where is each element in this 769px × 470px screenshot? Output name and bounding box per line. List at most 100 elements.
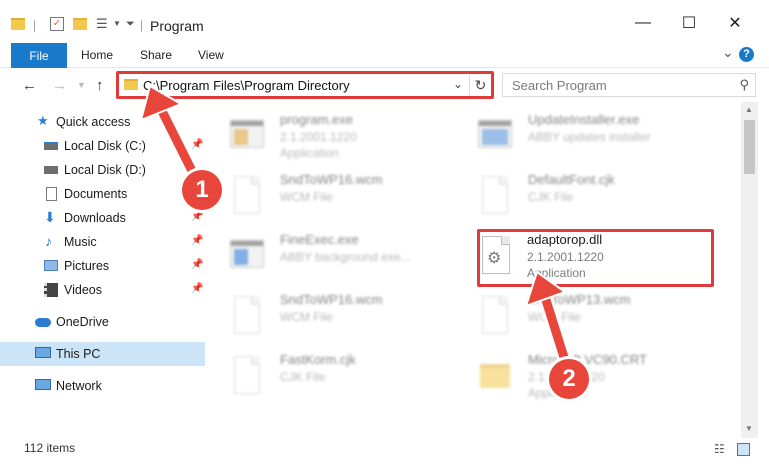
drive-icon [44, 166, 58, 174]
large-icons-view-icon[interactable] [737, 443, 750, 456]
vertical-scrollbar[interactable]: ▲ ▼ [741, 102, 758, 438]
pin-icon[interactable]: 📌 [191, 283, 203, 294]
navigation-pane: ★ Quick access Local Disk (C:) 📌 Local D… [0, 102, 205, 438]
folder-icon [124, 79, 138, 90]
file-type: Application [280, 146, 339, 160]
application-icon [230, 116, 264, 158]
search-icon[interactable]: ⚲ [739, 77, 749, 93]
sidebar-item-videos[interactable]: Videos 📌 [0, 278, 205, 302]
sidebar-item-documents[interactable]: Documents [0, 182, 205, 206]
forward-icon[interactable]: → [52, 77, 67, 94]
videos-icon [44, 283, 58, 297]
sidebar-item-pictures[interactable]: Pictures 📌 [0, 254, 205, 278]
document-icon [478, 296, 512, 338]
file-item[interactable]: program.exe 2.1.2001.1220 Application [210, 108, 450, 166]
file-meta: CJK File [280, 370, 326, 384]
file-item[interactable]: UpdateInstaller.exe ABBY updates install… [458, 108, 698, 166]
sidebar-item-downloads[interactable]: ⬇ Downloads 📌 [0, 206, 205, 230]
scroll-down-icon[interactable]: ▼ [745, 424, 753, 433]
download-icon: ⬇ [44, 209, 56, 225]
pin-icon[interactable]: 📌 [191, 235, 203, 246]
sidebar-item-label: OneDrive [56, 315, 109, 329]
sidebar-item-network[interactable]: Network [0, 374, 205, 398]
file-item[interactable]: SndToWP13.wcm WCM File [458, 288, 698, 346]
application-icon [478, 116, 512, 158]
help-icon[interactable]: ? [739, 47, 754, 62]
pin-icon[interactable]: 📌 [191, 139, 203, 150]
file-meta: ABBY background exe... [280, 250, 411, 264]
sidebar-item-local-disk-d[interactable]: Local Disk (D:) [0, 158, 205, 182]
file-name: SndToWP13.wcm [528, 292, 631, 307]
sidebar-item-music[interactable]: ♪ Music 📌 [0, 230, 205, 254]
pictures-icon [44, 260, 58, 271]
sidebar-item-onedrive[interactable]: OneDrive [0, 310, 205, 334]
file-item[interactable]: FastKorm.cjk CJK File [210, 348, 450, 406]
drive-icon [44, 142, 58, 150]
sidebar-item-label: Videos [64, 283, 102, 297]
file-item[interactable]: SndToWP16.wcm WCM File [210, 168, 450, 226]
highlight-box [477, 229, 714, 287]
tab-file[interactable]: File [11, 43, 67, 68]
pin-icon[interactable]: 📌 [191, 211, 203, 222]
address-path: C:\Program Files\Program Directory [143, 78, 350, 93]
document-icon [478, 176, 512, 218]
document-icon [230, 176, 264, 218]
ribbon: File Home Share View ⌄ ? [0, 42, 769, 68]
file-name: FastKorm.cjk [280, 352, 356, 367]
chevron-down-icon[interactable]: ▼ [113, 19, 121, 28]
sidebar-item-local-disk-c[interactable]: Local Disk (C:) 📌 [0, 134, 205, 158]
details-view-icon[interactable]: ☷ [714, 442, 725, 456]
minimize-button[interactable]: — [620, 8, 666, 38]
qa-dropdown-icon[interactable]: ⏷ [126, 18, 135, 31]
scroll-thumb[interactable] [744, 120, 755, 174]
window-title: Program [150, 18, 204, 34]
properties-icon[interactable]: ✓ [50, 17, 64, 31]
scroll-up-icon[interactable]: ▲ [745, 105, 753, 114]
customize-icon[interactable]: ☰ [96, 16, 108, 32]
tab-home[interactable]: Home [81, 48, 113, 62]
sidebar-item-label: Local Disk (C:) [64, 139, 146, 153]
close-button[interactable]: ✕ [712, 8, 758, 38]
new-folder-icon[interactable] [73, 18, 87, 30]
file-item[interactable]: DefaultFont.cjk CJK File [458, 168, 698, 226]
document-icon [230, 296, 264, 338]
maximize-button[interactable]: ☐ [666, 8, 712, 38]
back-icon[interactable]: ← [22, 77, 37, 94]
star-icon: ★ [37, 113, 49, 128]
file-meta: WCM File [280, 310, 333, 324]
file-name: Microsoft.VC90.CRT [528, 352, 647, 367]
chevron-down-icon[interactable]: ⌄ [453, 77, 463, 91]
file-name: SndToWP16.wcm [280, 292, 383, 307]
search-box[interactable]: Search Program ⚲ [502, 73, 756, 97]
file-meta: CJK File [528, 190, 574, 204]
item-count: 112 items [24, 441, 76, 455]
callout-1: 1 [182, 170, 222, 210]
sidebar-item-label: This PC [56, 347, 101, 361]
file-item[interactable]: SndToWP16.wcm WCM File [210, 288, 450, 346]
refresh-icon[interactable]: ↻ [469, 74, 491, 96]
sidebar-item-label: Music [64, 235, 97, 249]
search-input[interactable]: Search Program [512, 78, 607, 93]
file-meta: 2.1.2001.1220 [280, 130, 357, 144]
callout-2: 2 [549, 359, 589, 399]
address-bar[interactable]: C:\Program Files\Program Directory ⌄ ↻ [116, 71, 494, 99]
separator: | [33, 18, 37, 32]
sidebar-item-this-pc[interactable]: This PC [0, 342, 205, 366]
sidebar-item-label: Pictures [64, 259, 110, 273]
tab-share[interactable]: Share [140, 48, 172, 62]
file-name: program.exe [280, 112, 353, 127]
up-icon[interactable]: ↑ [96, 77, 104, 94]
sidebar-item-quick-access[interactable]: ★ Quick access [0, 110, 205, 134]
tab-view[interactable]: View [198, 48, 224, 62]
file-name: SndToWP16.wcm [280, 172, 383, 187]
folder-icon [478, 356, 512, 398]
title-bar: | ✓ ☰ ▼ ⏷ | Program — ☐ ✕ [0, 0, 769, 42]
recent-locations-icon[interactable]: ▼ [77, 80, 86, 90]
file-name: DefaultFont.cjk [528, 172, 615, 187]
address-row: ← → ▼ ↑ C:\Program Files\Program Directo… [0, 68, 769, 102]
pin-icon[interactable]: 📌 [191, 259, 203, 270]
file-meta: WCM File [528, 310, 581, 324]
sidebar-item-label: Documents [64, 187, 128, 201]
file-item[interactable]: FineExec.exe ABBY background exe... [210, 228, 450, 286]
ribbon-collapse-icon[interactable]: ⌄ [722, 44, 734, 61]
